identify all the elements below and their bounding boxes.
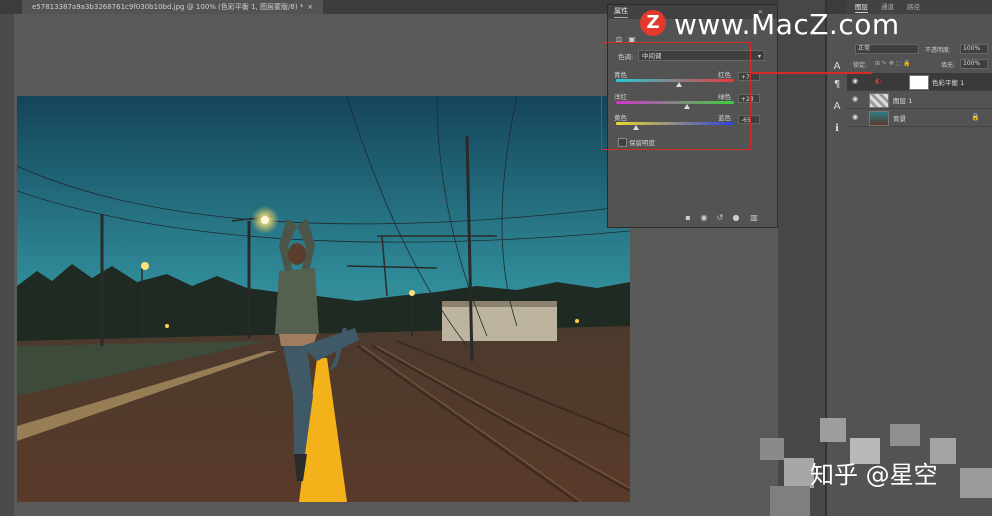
fill-label: 填充: (941, 62, 956, 69)
layer-row[interactable]: ◉ 图层 1 (847, 91, 992, 109)
clip-icon[interactable]: ▪ (682, 213, 694, 223)
layer-row[interactable]: ◉ ◐ 色彩平衡 1 (847, 73, 992, 91)
watermark-author: 知乎 @星空 (810, 461, 938, 489)
eye-icon[interactable]: ◉ (852, 95, 858, 103)
paragraph-icon[interactable]: ¶ (830, 78, 844, 92)
highlight-box (601, 42, 751, 150)
view-previous-icon[interactable]: ◉ (698, 213, 710, 223)
layer-name: 背景 (893, 115, 906, 123)
close-icon[interactable]: × (307, 3, 313, 11)
layer-name: 图层 1 (893, 97, 913, 105)
layer-thumbnail (869, 93, 889, 108)
trash-icon[interactable]: ▥ (748, 213, 760, 223)
toolbar-strip (0, 14, 14, 516)
eye-icon[interactable]: ◉ (852, 77, 858, 85)
color-balance-icon: ◐ (875, 77, 882, 85)
macz-logo-icon: Z (640, 10, 666, 36)
watermark-site-text: www.MacZ.com (674, 8, 900, 41)
properties-tab[interactable]: 属性 (614, 6, 628, 18)
lock-label: 锁定: (853, 62, 868, 69)
info-icon[interactable]: ℹ (830, 122, 844, 136)
glyphs-icon[interactable]: A (830, 100, 844, 114)
layer-row[interactable]: ◉ 背景 🔒 (847, 109, 992, 127)
document-tab-title: e57813387a9a3b3268761c9f030b10bd.jpg @ 1… (32, 3, 304, 11)
layer-thumbnail (869, 111, 889, 126)
lock-icon: 🔒 (971, 113, 980, 121)
reset-icon[interactable]: ↺ (714, 213, 726, 223)
eye-icon[interactable]: ◉ (852, 113, 858, 121)
fill-field[interactable]: 100% (960, 59, 988, 69)
properties-footer: ▪ ◉ ↺ ● ▥ (608, 211, 777, 227)
layer-name: 色彩平衡 1 (932, 79, 965, 87)
chevron-down-icon: ▾ (757, 53, 761, 60)
canvas-photo[interactable] (17, 96, 630, 502)
annotation-arrow-line (752, 72, 872, 74)
lock-icons[interactable]: ⊞ ✎ ✥ ⬚ 🔒 (875, 60, 911, 67)
layer-mask-thumbnail[interactable] (909, 75, 929, 90)
document-tab[interactable]: e57813387a9a3b3268761c9f030b10bd.jpg @ 1… (22, 0, 324, 14)
watermark-macz: Z www.MacZ.com (640, 8, 992, 48)
visibility-icon[interactable]: ● (730, 213, 742, 223)
photo-illustration (17, 96, 630, 502)
